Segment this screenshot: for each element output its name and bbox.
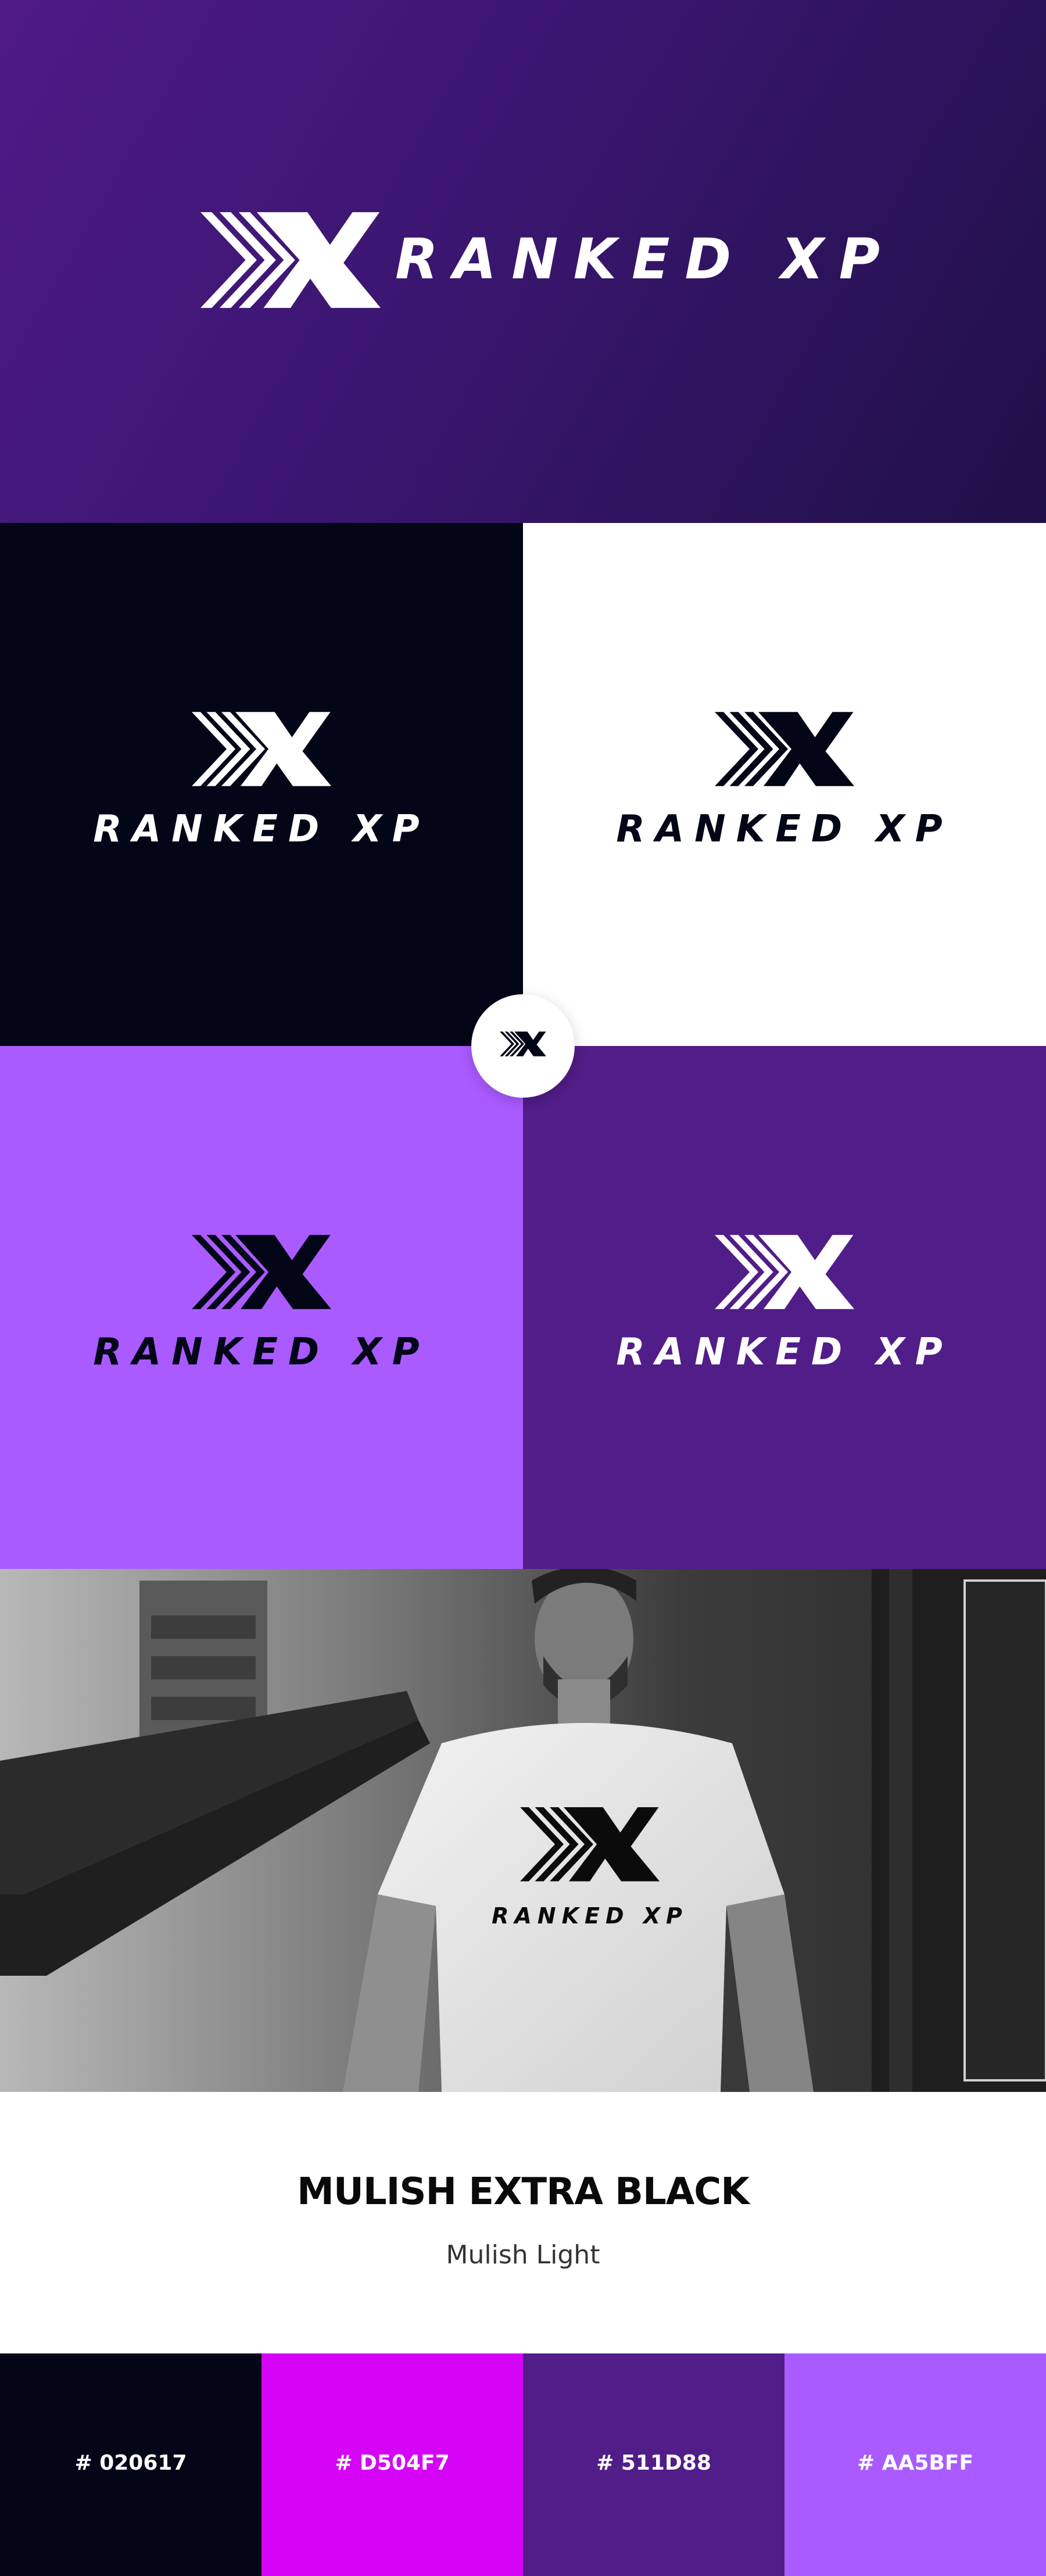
logo-panel-deep-purple: RANKED XP <box>523 1046 1046 1569</box>
swatch-label: # 020617 <box>74 2451 187 2475</box>
swatch-511d88: # 511D88 <box>523 2353 784 2576</box>
swatch-d504f7: # D504F7 <box>262 2353 523 2576</box>
swatch-label: # D504F7 <box>335 2451 450 2475</box>
logo-wordmark: RANKED XP <box>93 1331 430 1374</box>
center-badge <box>471 994 575 1098</box>
typography-section: MULISH EXTRA BLACK Mulish Light <box>0 2092 1046 2353</box>
hero-banner: RANKED XP <box>0 0 1046 523</box>
swatch-aa5bff: # AA5BFF <box>784 2353 1046 2576</box>
shirt-logo-wordmark: RANKED XP <box>492 1903 688 1929</box>
ranked-xp-chevron-x-icon <box>192 1235 331 1309</box>
logo-panel-white: RANKED XP <box>523 523 1046 1046</box>
swatch-020617: # 020617 <box>0 2353 262 2576</box>
ranked-xp-chevron-x-icon <box>715 712 854 786</box>
ranked-xp-chevron-x-icon <box>500 1031 546 1056</box>
color-palette: # 020617 # D504F7 # 511D88 # AA5BFF <box>0 2353 1046 2576</box>
swatch-label: # AA5BFF <box>857 2451 974 2475</box>
ranked-xp-chevron-x-icon <box>192 712 331 786</box>
logo-wordmark: RANKED XP <box>93 808 430 851</box>
hero-logo-wordmark: RANKED XP <box>395 227 895 292</box>
swatch-label: # 511D88 <box>596 2451 711 2475</box>
font-heading-sample: MULISH EXTRA BLACK <box>297 2170 750 2213</box>
ranked-xp-chevron-x-icon <box>200 212 381 308</box>
logo-wordmark: RANKED XP <box>616 808 953 851</box>
font-body-sample: Mulish Light <box>446 2240 600 2270</box>
mockup-illustration: RANKED XP <box>0 1569 1046 2092</box>
logo-panel-dark: RANKED XP <box>0 523 523 1046</box>
logo-panel-light-purple: RANKED XP <box>0 1046 523 1569</box>
ranked-xp-chevron-x-icon <box>715 1235 854 1309</box>
logo-wordmark: RANKED XP <box>616 1331 953 1374</box>
tshirt-mockup-photo: RANKED XP <box>0 1569 1046 2092</box>
